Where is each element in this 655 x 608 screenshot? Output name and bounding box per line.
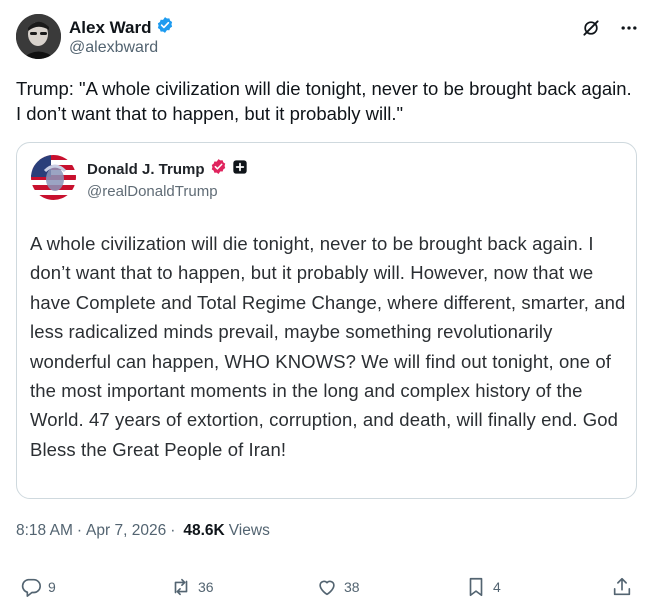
quote-author-name[interactable]: Donald J. Trump	[87, 161, 205, 178]
reply-button[interactable]: 9	[20, 576, 56, 598]
author-name[interactable]: Alex Ward	[69, 18, 152, 38]
tweet: Alex Ward @alexbward Trump: "A whole civ…	[0, 0, 655, 608]
like-button[interactable]: 38	[316, 576, 360, 598]
like-count: 38	[344, 579, 360, 595]
author-avatar[interactable]	[16, 14, 61, 59]
quoted-post[interactable]: Donald J. Trump @realDonaldTrump A whole…	[16, 142, 637, 499]
repost-button[interactable]: 36	[170, 576, 214, 598]
heart-icon	[319, 580, 335, 596]
plus-badge-icon	[232, 159, 248, 180]
quote-author-handle[interactable]: @realDonaldTrump	[87, 183, 218, 200]
meta-separator-2: ·	[170, 522, 176, 539]
verified-badge-icon	[156, 16, 174, 39]
reply-icon	[21, 578, 41, 597]
tweet-date[interactable]: Apr 7, 2026	[86, 522, 166, 540]
bookmark-count: 4	[493, 579, 501, 595]
views-label: Views	[228, 522, 270, 539]
action-bar: 9 36 38 4	[0, 576, 655, 604]
share-button[interactable]	[611, 576, 633, 598]
reply-count: 9	[48, 579, 56, 595]
tweet-top-actions	[579, 16, 641, 40]
quote-author-avatar[interactable]	[31, 155, 76, 200]
views-count: 48.6K	[183, 522, 225, 539]
pink-verified-badge-icon	[210, 158, 227, 180]
bookmark-button[interactable]: 4	[465, 576, 501, 598]
tweet-text: Trump: "A whole civilization will die to…	[16, 78, 632, 124]
repost-count: 36	[198, 579, 214, 595]
repost-icon	[174, 578, 188, 596]
bookmark-icon	[469, 577, 483, 597]
grok-icon[interactable]	[579, 16, 603, 40]
quote-author-name-row[interactable]: Donald J. Trump	[87, 158, 248, 180]
tweet-time[interactable]: 8:18 AM	[16, 522, 73, 540]
quote-text: A whole civilization will die tonight, n…	[30, 233, 626, 460]
more-icon[interactable]	[617, 16, 641, 40]
share-icon	[613, 577, 631, 596]
tweet-meta: 8:18 AM · Apr 7, 2026 · 48.6K Views	[16, 522, 270, 540]
author-name-row[interactable]: Alex Ward	[69, 16, 174, 39]
meta-separator: ·	[76, 522, 83, 539]
author-handle[interactable]: @alexbward	[69, 39, 158, 57]
